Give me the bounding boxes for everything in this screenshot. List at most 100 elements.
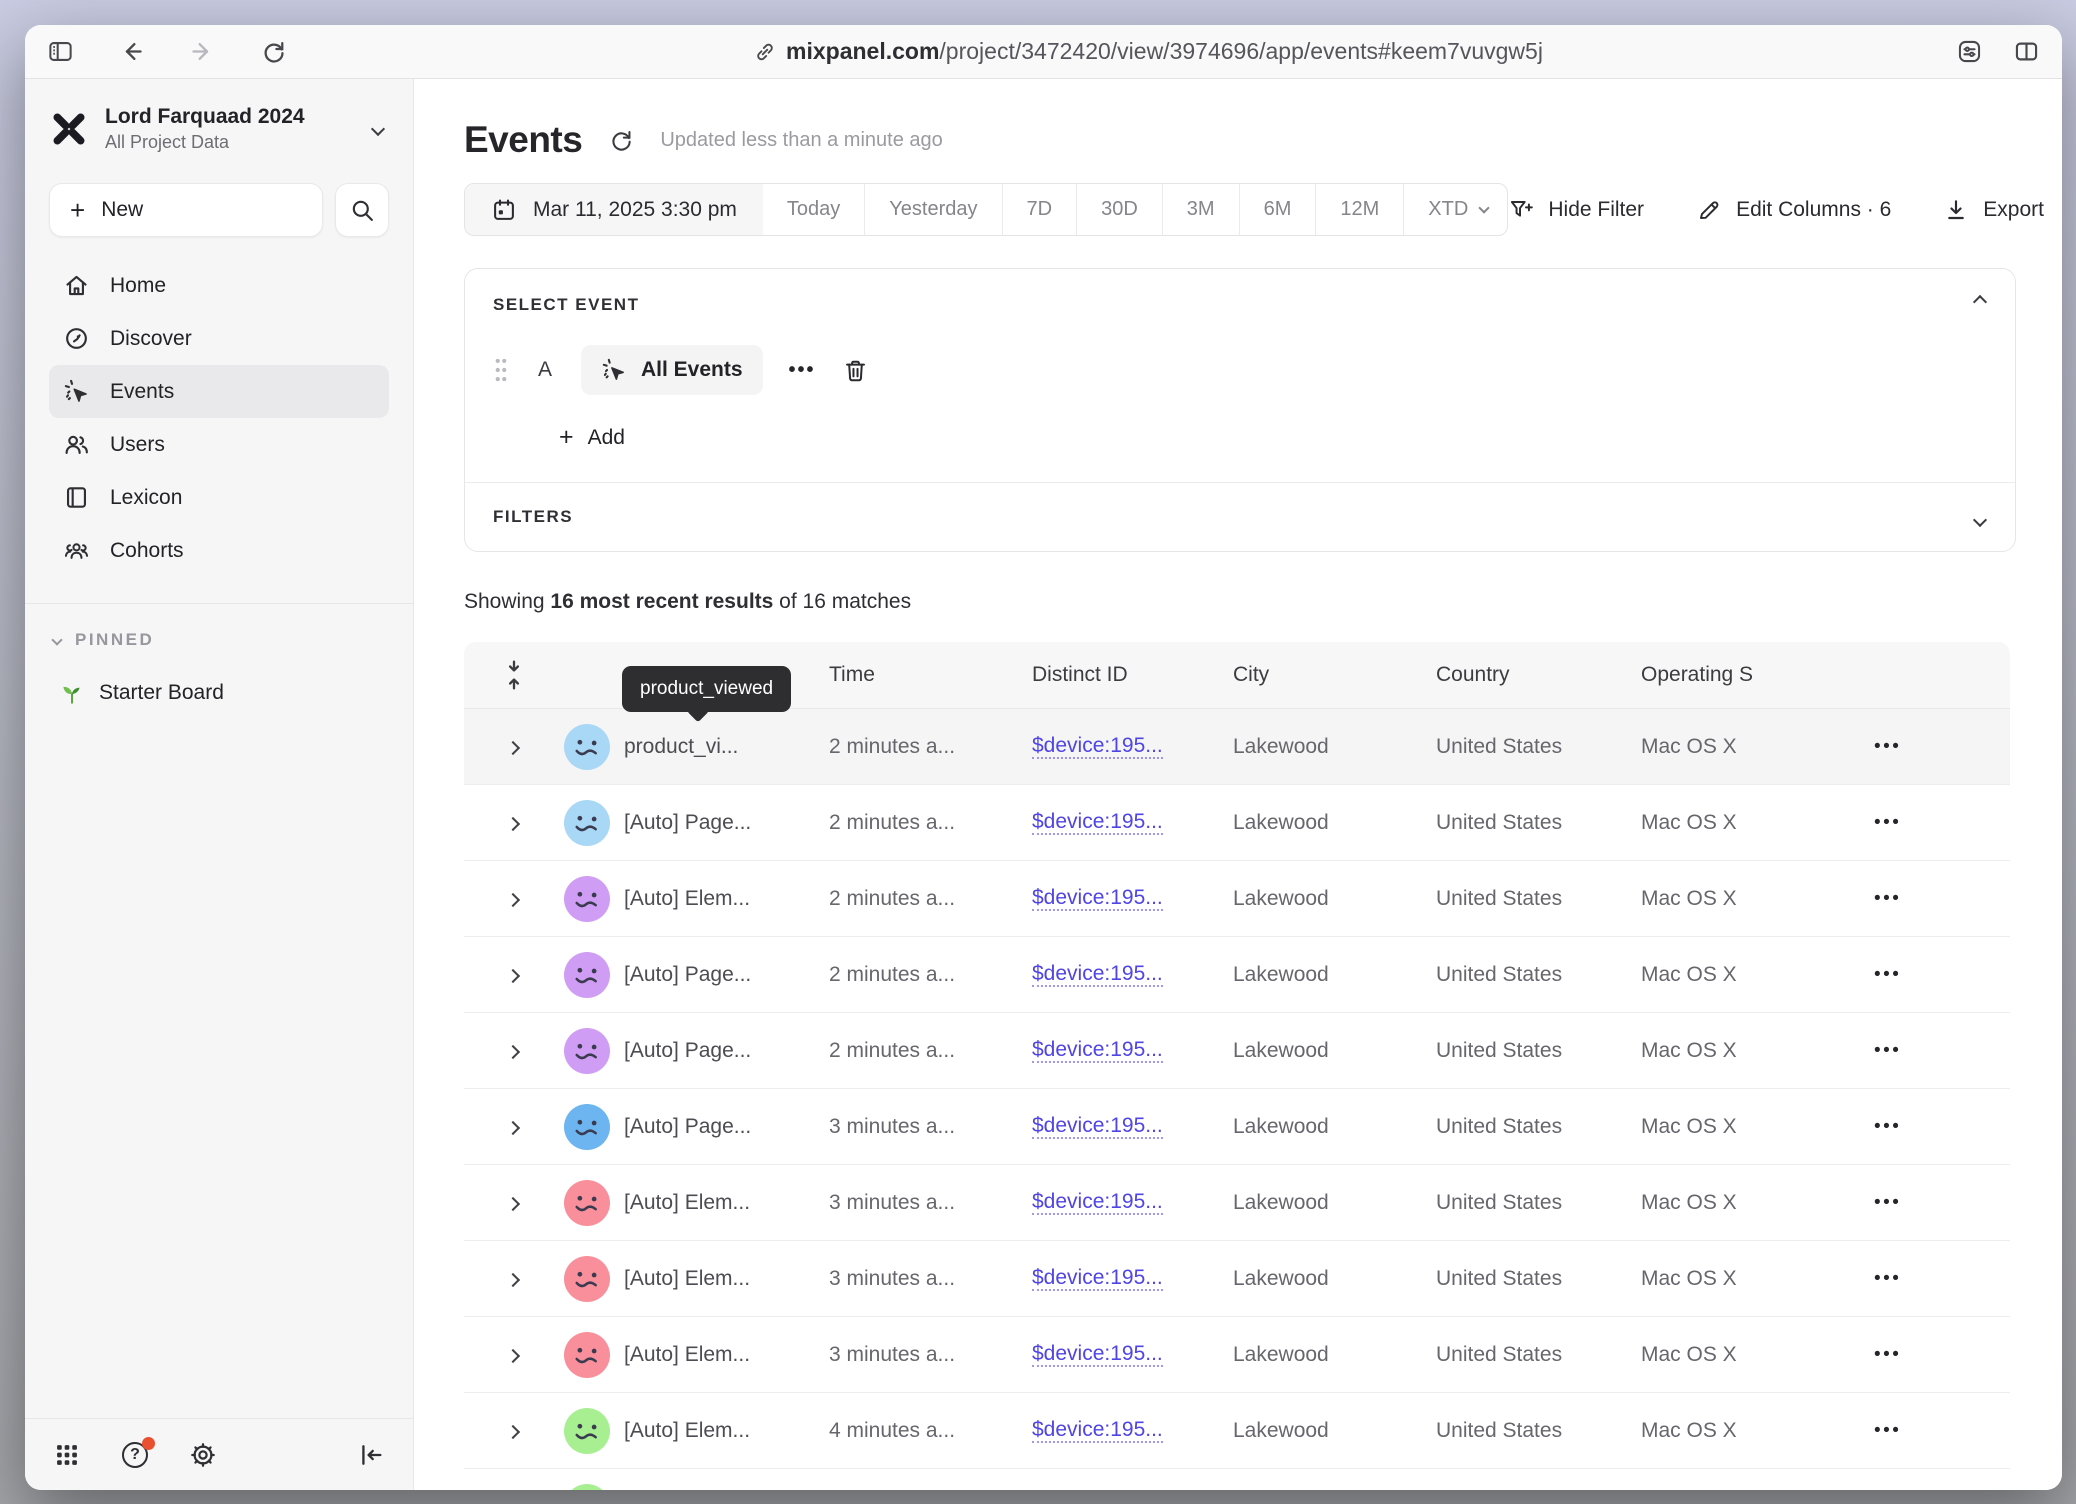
table-row[interactable]: [Auto] Page... 3 minutes a... $device:19… [464, 1089, 2010, 1165]
time-cell: 3 minutes a... [829, 1191, 1032, 1215]
expand-row-icon[interactable] [506, 740, 520, 754]
row-actions-icon[interactable]: ••• [1844, 1040, 2010, 1062]
table-row[interactable]: [Auto] Elem... 3 minutes a... $device:19… [464, 1317, 2010, 1393]
range-button[interactable]: 3M [1162, 184, 1239, 235]
country-cell: United States [1436, 1267, 1641, 1291]
forward-icon[interactable] [189, 38, 216, 65]
collapse-all-icon[interactable] [504, 658, 524, 692]
search-button[interactable] [335, 183, 389, 237]
edit-columns-button[interactable]: Edit Columns · 6 [1696, 197, 1891, 223]
row-actions-icon[interactable]: ••• [1844, 1344, 2010, 1366]
row-actions-icon[interactable]: ••• [1844, 1116, 2010, 1138]
row-actions-icon[interactable]: ••• [1844, 812, 2010, 834]
hide-filter-button[interactable]: Hide Filter [1508, 197, 1644, 223]
sidebar-item-users[interactable]: Users [49, 418, 389, 471]
distinct-id-link[interactable]: $device:195... [1032, 962, 1163, 987]
event-name-cell: product_vi... [624, 735, 829, 759]
project-switcher[interactable]: Lord Farquaad 2024 All Project Data [49, 105, 389, 153]
table-row[interactable]: [Auto] Elem... 4 minutes a... $device:19… [464, 1393, 2010, 1469]
collapse-sidebar-icon[interactable] [357, 1441, 385, 1469]
city-cell: Lakewood [1233, 735, 1436, 759]
address-bar[interactable]: mixpanel.com/project/3472420/view/397469… [377, 38, 1920, 65]
range-button[interactable]: Yesterday [864, 184, 1001, 235]
row-actions-icon[interactable]: ••• [1844, 1420, 2010, 1442]
back-icon[interactable] [118, 38, 145, 65]
distinct-id-link[interactable]: $device:195... [1032, 1038, 1163, 1063]
row-actions-icon[interactable]: ••• [1844, 888, 2010, 910]
row-actions-icon[interactable]: ••• [1844, 1268, 2010, 1290]
sidebar-item-home[interactable]: Home [49, 259, 389, 312]
date-picker-button[interactable]: Mar 11, 2025 3:30 pm [465, 184, 763, 235]
column-header-time[interactable]: Time [829, 663, 1032, 687]
events-cursor-icon [601, 357, 627, 383]
new-button[interactable]: + New [49, 183, 323, 237]
expand-row-icon[interactable] [506, 1348, 520, 1362]
apps-grid-icon[interactable] [53, 1441, 81, 1469]
help-icon[interactable]: ? [121, 1441, 149, 1469]
time-cell: 2 minutes a... [829, 735, 1032, 759]
sidebar-item-discover[interactable]: Discover [49, 312, 389, 365]
settings-gear-icon[interactable] [189, 1441, 217, 1469]
split-view-icon[interactable] [2013, 38, 2040, 65]
drag-handle-icon[interactable] [493, 357, 509, 383]
expand-row-icon[interactable] [506, 1044, 520, 1058]
row-actions-icon[interactable]: ••• [1844, 736, 2010, 758]
sidebar-item-cohorts[interactable]: Cohorts [49, 524, 389, 577]
sidebar-item-label: Discover [110, 327, 192, 351]
browser-sidebar-toggle-icon[interactable] [47, 38, 74, 65]
pinned-section-header[interactable]: PINNED [49, 630, 389, 650]
distinct-id-link[interactable]: $device:195... [1032, 734, 1163, 759]
export-button[interactable]: Export [1943, 197, 2044, 223]
refresh-icon[interactable] [608, 127, 634, 153]
table-row[interactable]: ••• [464, 1469, 2010, 1490]
more-options-icon[interactable]: ••• [789, 359, 816, 382]
row-actions-icon[interactable]: ••• [1844, 1192, 2010, 1214]
range-button[interactable]: Today [763, 184, 864, 235]
distinct-id-link[interactable]: $device:195... [1032, 810, 1163, 835]
column-header-distinct-id[interactable]: Distinct ID [1032, 663, 1233, 687]
table-row[interactable]: [Auto] Elem... 3 minutes a... $device:19… [464, 1241, 2010, 1317]
distinct-id-link[interactable]: $device:195... [1032, 1418, 1163, 1443]
desktop-background: mixpanel.com/project/3472420/view/397469… [0, 0, 2076, 1504]
distinct-id-link[interactable]: $device:195... [1032, 1266, 1163, 1291]
pinned-item-label: Starter Board [99, 681, 224, 705]
column-header-city[interactable]: City [1233, 663, 1436, 687]
distinct-id-link[interactable]: $device:195... [1032, 1114, 1163, 1139]
range-button[interactable]: 7D [1002, 184, 1077, 235]
expand-row-icon[interactable] [506, 1424, 520, 1438]
sidebar-item-label: Lexicon [110, 486, 182, 510]
event-selector-chip[interactable]: All Events [581, 345, 763, 395]
table-row[interactable]: [Auto] Page... 2 minutes a... $device:19… [464, 937, 2010, 1013]
expand-row-icon[interactable] [506, 968, 520, 982]
range-button[interactable]: 6M [1239, 184, 1316, 235]
distinct-id-link[interactable]: $device:195... [1032, 886, 1163, 911]
expand-row-icon[interactable] [506, 816, 520, 830]
range-button-xtd[interactable]: XTD [1403, 184, 1508, 235]
range-button[interactable]: 12M [1315, 184, 1403, 235]
range-button[interactable]: 30D [1076, 184, 1162, 235]
row-actions-icon[interactable]: ••• [1844, 964, 2010, 986]
column-header-country[interactable]: Country [1436, 663, 1641, 687]
table-row[interactable]: [Auto] Elem... 3 minutes a... $device:19… [464, 1165, 2010, 1241]
distinct-id-link[interactable]: $device:195... [1032, 1342, 1163, 1367]
sidebar-item-events[interactable]: Events [49, 365, 389, 418]
filter-funnel-icon [1508, 197, 1534, 223]
table-row[interactable]: [Auto] Page... 2 minutes a... $device:19… [464, 1013, 2010, 1089]
expand-row-icon[interactable] [506, 892, 520, 906]
country-cell: United States [1436, 1191, 1641, 1215]
expand-row-icon[interactable] [506, 1196, 520, 1210]
expand-row-icon[interactable] [506, 1120, 520, 1134]
distinct-id-link[interactable]: $device:195... [1032, 1190, 1163, 1215]
date-label: Mar 11, 2025 3:30 pm [533, 198, 737, 222]
table-row[interactable]: [Auto] Page... 2 minutes a... $device:19… [464, 785, 2010, 861]
add-event-button[interactable]: + Add [559, 425, 1987, 450]
expand-row-icon[interactable] [506, 1272, 520, 1286]
sidebar-item-starter-board[interactable]: Starter Board [49, 680, 389, 706]
column-header-os[interactable]: Operating S [1641, 663, 1844, 687]
reload-icon[interactable] [260, 38, 287, 65]
page-settings-icon[interactable] [1956, 38, 1983, 65]
trash-icon[interactable] [842, 357, 869, 384]
city-cell: Lakewood [1233, 1419, 1436, 1443]
sidebar-item-lexicon[interactable]: Lexicon [49, 471, 389, 524]
table-row[interactable]: [Auto] Elem... 2 minutes a... $device:19… [464, 861, 2010, 937]
